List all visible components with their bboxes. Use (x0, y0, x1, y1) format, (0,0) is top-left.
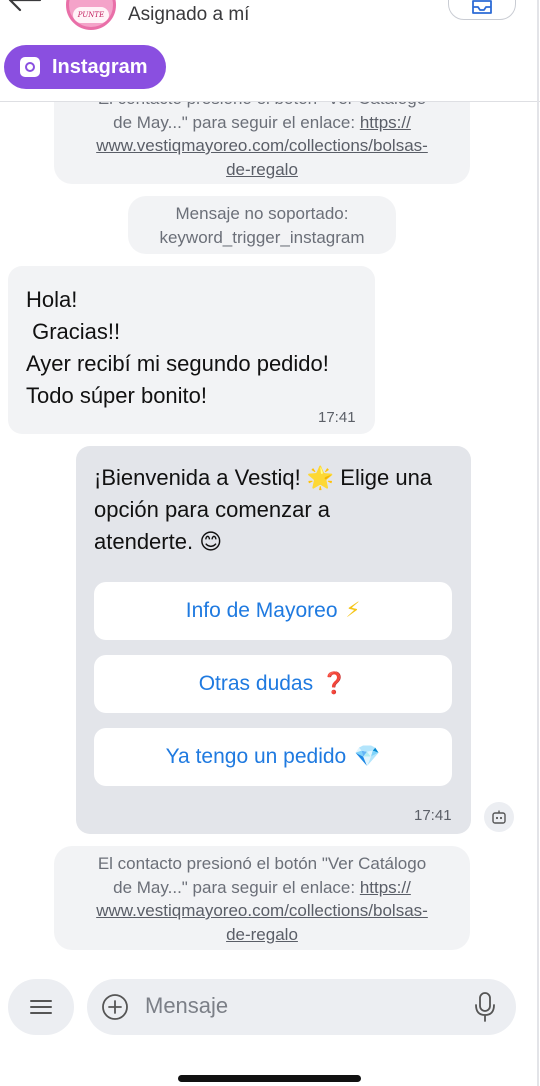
unsupported-label: Mensaje no soportado: (175, 204, 349, 223)
unsupported-keyword: keyword_trigger_instagram (159, 227, 365, 247)
bot-icon (484, 802, 514, 832)
incoming-message[interactable]: Hola! Gracias!! Ayer recibí mi segundo p… (8, 266, 375, 434)
message-line: atenderte. 😊 (94, 529, 223, 554)
diamond-icon: 💎 (354, 745, 381, 768)
system-note-line: El contacto presionó el botón "Ver Catál… (54, 102, 470, 111)
unsupported-message-note: Mensaje no soportado: keyword_trigger_in… (128, 196, 396, 254)
catalog-link[interactable]: https:// (360, 113, 411, 132)
menu-icon (30, 1000, 52, 1014)
inbox-icon (472, 0, 492, 14)
system-note-line: de May..." para seguir el enlace: https:… (113, 112, 411, 132)
robot-icon (492, 810, 506, 824)
message-timestamp: 17:41 (414, 807, 452, 824)
question-mark-icon: ❓ (321, 672, 348, 695)
chat-thread[interactable]: El contacto presionó el botón "Ver Catál… (0, 102, 536, 960)
message-line: ¡Bienvenida a Vestiq! 🌟 Elige una (94, 465, 433, 490)
system-note-top: El contacto presionó el botón "Ver Catál… (54, 102, 470, 184)
message-composer[interactable]: Mensaje (87, 979, 516, 1035)
inbox-button[interactable] (448, 0, 516, 20)
avatar-logo-text: PUNTE ROOM (73, 7, 109, 23)
instagram-icon (20, 57, 40, 77)
quick-reply-button[interactable]: Info de Mayoreo ⚡ (94, 582, 452, 640)
microphone-icon[interactable] (474, 991, 496, 1023)
catalog-link[interactable]: www.vestiqmayoreo.com/collections/bolsas… (96, 136, 428, 155)
system-note-bottom: El contacto presionó el botón "Ver Catál… (54, 846, 470, 950)
message-line: Gracias!! (26, 319, 121, 344)
quick-reply-label: Ya tengo un pedido (165, 745, 347, 768)
message-line: Hola! (26, 287, 78, 312)
message-line: Ayer recibí mi segundo pedido! (26, 351, 329, 376)
back-arrow-icon[interactable] (8, 0, 42, 12)
quick-reply-button[interactable]: Ya tengo un pedido 💎 (94, 728, 452, 786)
catalog-link[interactable]: www.vestiqmayoreo.com/collections/bolsas… (96, 901, 428, 920)
system-note-line: de May..." para seguir el enlace: https:… (113, 877, 411, 897)
catalog-link[interactable]: https:// (360, 878, 411, 897)
channel-chip-instagram[interactable]: Instagram (4, 45, 166, 89)
system-note-line: El contacto presionó el botón "Ver Catál… (97, 854, 427, 873)
message-line: opción para comenzar a (94, 497, 331, 522)
lightning-icon: ⚡ (345, 599, 361, 622)
menu-button[interactable] (8, 979, 74, 1035)
contact-avatar[interactable]: PUNTE ROOM (66, 0, 116, 30)
quick-reply-label: Otras dudas (198, 672, 314, 695)
catalog-link[interactable]: de-regalo (226, 925, 298, 944)
bot-message: ¡Bienvenida a Vestiq! 🌟 Elige una opción… (76, 446, 471, 834)
channel-chip-label: Instagram (52, 55, 148, 78)
quick-reply-button[interactable]: Otras dudas ❓ (94, 655, 452, 713)
scrollbar[interactable] (537, 0, 539, 1086)
assigned-status: Asignado a mí (128, 4, 250, 25)
message-input[interactable]: Mensaje (145, 993, 228, 1019)
plus-circle-icon[interactable] (101, 993, 129, 1021)
home-indicator (178, 1075, 361, 1082)
catalog-link[interactable]: de-regalo (226, 160, 298, 179)
quick-reply-label: Info de Mayoreo (185, 599, 338, 622)
message-timestamp: 17:41 (318, 409, 356, 426)
